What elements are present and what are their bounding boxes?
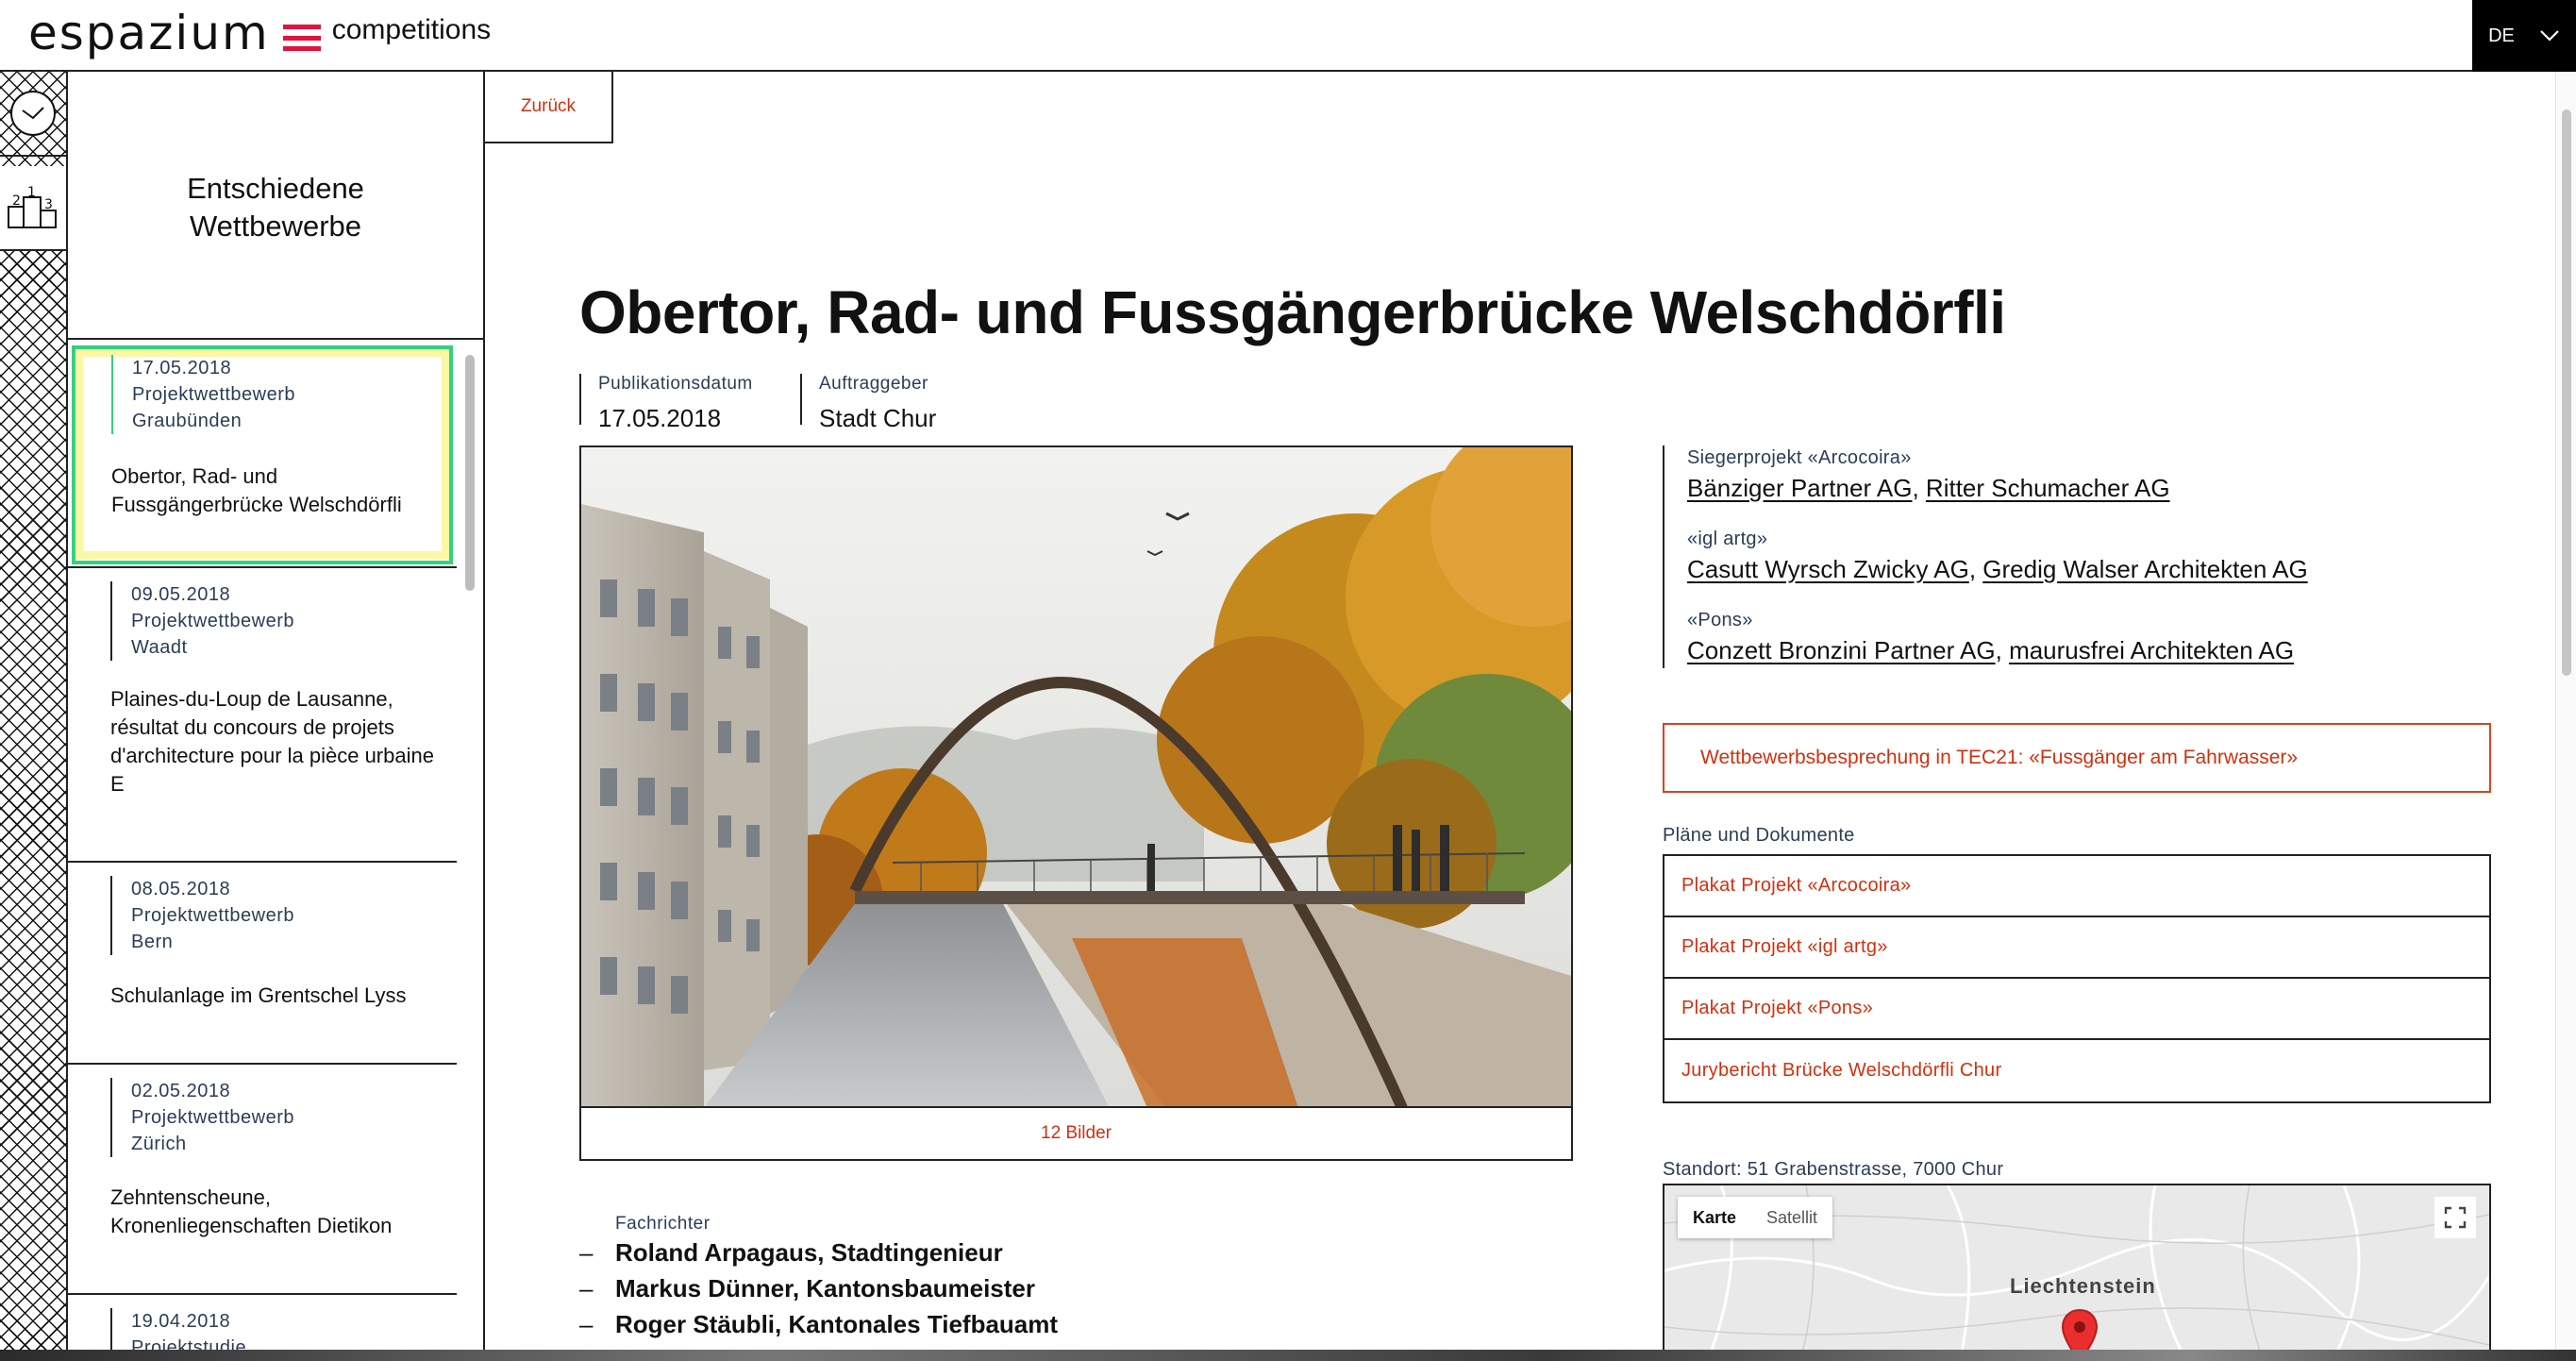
firm-link[interactable]: Ritter Schumacher AG — [1926, 474, 2170, 502]
decided-filter-button[interactable] — [0, 72, 66, 157]
item-title: Zehntenscheune, Kronenliegenschaften Die… — [110, 1185, 393, 1237]
logo-subtitle: competitions — [331, 14, 492, 45]
jury-member: – Roland Arpagaus, Stadtingenieur — [579, 1238, 1003, 1267]
back-button[interactable]: Zurück — [485, 72, 613, 143]
document-link[interactable]: Plakat Projekt «Pons» — [1664, 979, 2489, 1040]
map-tab-satellite[interactable]: Satellit — [1751, 1197, 1832, 1238]
image-gallery[interactable]: 12 Bilder — [579, 445, 1573, 1161]
document-link[interactable]: Plakat Projekt «Arcocoira» — [1664, 856, 2489, 917]
sidebar-title: Entschiedene Wettbewerbe — [68, 72, 483, 340]
document-link[interactable]: Jurybericht Brücke Welschdörfli Chur — [1664, 1040, 2489, 1101]
item-title: Obertor, Rad- und Fussgängerbrücke Welsc… — [111, 464, 402, 516]
firm-link[interactable]: Conzett Bronzini Partner AG — [1687, 636, 1996, 664]
sidebar-scrollbar[interactable] — [462, 345, 477, 1361]
jury-label: Fachrichter — [615, 1214, 711, 1234]
item-meta: 09.05.2018 Projektwettbewerb Waadt — [110, 581, 294, 661]
check-icon — [10, 91, 56, 136]
list-item[interactable]: 08.05.2018 Projektwettbewerb Bern Schula… — [68, 863, 457, 1065]
winner-entry: «Pons» Conzett Bronzini Partner AG, maur… — [1687, 610, 2295, 664]
competition-sidebar: Entschiedene Wettbewerbe 17.05.2018 Proj… — [68, 72, 485, 1361]
map-type-toggle: Karte Satellit — [1678, 1197, 1833, 1238]
logo-bars-icon — [282, 25, 321, 51]
list-item[interactable]: 09.05.2018 Projektwettbewerb Waadt Plain… — [68, 568, 457, 863]
page-scrollbar[interactable] — [2555, 72, 2576, 1361]
gallery-count-link[interactable]: 12 Bilder — [581, 1108, 1571, 1159]
publication-date: Publikationsdatum 17.05.2018 — [579, 374, 753, 432]
page-title: Obertor, Rad- und Fussgängerbrücke Welsc… — [579, 278, 2006, 346]
firm-link[interactable]: Casutt Wyrsch Zwicky AG — [1687, 555, 1969, 583]
svg-text:2: 2 — [12, 193, 21, 209]
item-meta: 08.05.2018 Projektwettbewerb Bern — [110, 876, 294, 955]
chevron-down-icon — [2540, 30, 2559, 42]
firm-link[interactable]: Gredig Walser Architekten AG — [1982, 555, 2307, 583]
fullscreen-icon[interactable] — [2434, 1197, 2476, 1238]
firm-link[interactable]: maurusfrei Architekten AG — [2009, 636, 2294, 664]
client: Auftraggeber Stadt Chur — [800, 374, 936, 432]
location-label: Standort: 51 Grabenstrasse, 7000 Chur — [1663, 1159, 2004, 1180]
location-map[interactable]: Karte Satellit Liechtenstein — [1663, 1184, 2491, 1361]
left-rail: 2 1 3 — [0, 72, 68, 1361]
logo-wordmark: espazium — [28, 6, 270, 60]
svg-text:3: 3 — [44, 197, 53, 212]
item-title: Schulanlage im Grentschel Lyss — [110, 983, 407, 1007]
documents-label: Pläne und Dokumente — [1663, 825, 1855, 846]
page-scroll-thumb[interactable] — [2562, 109, 2571, 676]
item-title: Plaines-du-Loup de Lausanne, résultat du… — [110, 687, 434, 796]
main-content: Zurück Obertor, Rad- und Fussgängerbrück… — [485, 72, 2546, 1361]
document-link[interactable]: Plakat Projekt «igl artg» — [1664, 917, 2489, 979]
list-item[interactable]: 02.05.2018 Projektwettbewerb Zürich Zehn… — [68, 1065, 457, 1295]
jury-member: – Markus Dünner, Kantonsbaumeister — [579, 1274, 1035, 1302]
item-meta: 17.05.2018 Projektwettbewerb Graubünden — [111, 355, 295, 434]
competition-list: 17.05.2018 Projektwettbewerb Graubünden … — [68, 342, 457, 1361]
winners-list: Siegerprojekt «Arcocoira» Bänziger Partn… — [1663, 445, 2417, 668]
map-place-label: Liechtenstein — [2010, 1274, 2156, 1298]
logo[interactable]: espazium competitions — [28, 6, 491, 60]
documents-list: Plakat Projekt «Arcocoira» Plakat Projek… — [1663, 854, 2491, 1103]
item-meta: 02.05.2018 Projektwettbewerb Zürich — [110, 1078, 294, 1157]
winner-entry: Siegerprojekt «Arcocoira» Bänziger Partn… — [1687, 447, 2170, 502]
sidebar-scroll-thumb[interactable] — [465, 355, 475, 591]
firm-link[interactable]: Bänziger Partner AG — [1687, 474, 1912, 502]
article-link-button[interactable]: Wettbewerbsbesprechung in TEC21: «Fussgä… — [1663, 723, 2491, 793]
language-label: DE — [2488, 25, 2515, 46]
top-bar: espazium competitions DE — [0, 0, 2576, 72]
jury-member: – Roger Stäubli, Kantonales Tiefbauamt — [579, 1310, 1059, 1338]
winner-entry: «igl artg» Casutt Wyrsch Zwicky AG, Gred… — [1687, 529, 2308, 583]
language-switcher[interactable]: DE — [2472, 0, 2576, 72]
list-item[interactable]: 17.05.2018 Projektwettbewerb Graubünden … — [68, 342, 457, 568]
svg-text:1: 1 — [27, 186, 36, 200]
ranking-button[interactable]: 2 1 3 — [0, 166, 66, 251]
map-tab-map[interactable]: Karte — [1678, 1197, 1751, 1238]
podium-icon: 2 1 3 — [8, 186, 57, 228]
window-bottom-strip — [0, 1350, 2576, 1361]
gallery-image[interactable] — [581, 447, 1571, 1108]
